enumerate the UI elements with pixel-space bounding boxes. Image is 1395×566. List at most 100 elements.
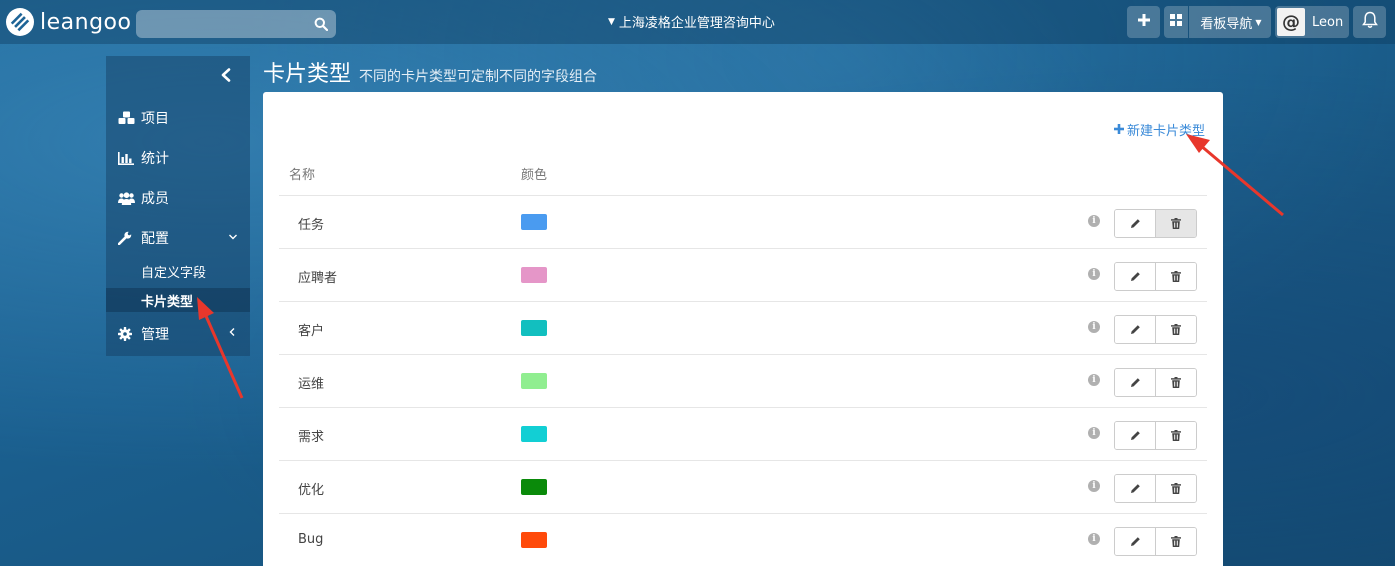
board-navigation-label: 看板导航 [1200,16,1253,32]
trash-icon [1171,536,1181,547]
table-row: 应聘者 i [279,249,1207,302]
sidebar-item-label: 配置 [141,231,169,247]
info-icon[interactable]: i [1088,427,1100,439]
column-header-name: 名称 [289,168,316,183]
sidebar-item-members[interactable]: 成员 [118,188,169,208]
trash-icon [1171,271,1181,282]
top-navigation-bar: leangoo ▼ 上海凌格企业管理咨询中心 看板导航 ▼ @ Leon [0,0,1395,44]
trash-icon [1171,430,1181,441]
table-row: 优化 i [279,461,1207,514]
organization-switcher[interactable]: ▼ 上海凌格企业管理咨询中心 [608,12,775,31]
collapse-sidebar-button[interactable] [220,68,232,86]
pencil-icon [1130,537,1140,546]
info-icon[interactable]: i [1088,374,1100,386]
search-input[interactable] [136,10,336,38]
color-swatch [521,320,547,336]
logo-icon [6,8,34,36]
edit-button[interactable] [1115,263,1155,290]
row-actions [1114,527,1197,556]
card-type-name: 应聘者 [298,271,338,286]
sidebar-item-label: 项目 [141,111,169,127]
trash-icon [1171,483,1181,494]
chevron-left-icon [221,68,231,82]
sidebar-item-config[interactable]: 配置 [118,228,169,248]
sidebar-item-projects[interactable]: 项目 [118,108,169,128]
sidebar-item-statistics[interactable]: 统计 [118,148,169,168]
user-name: Leon [1312,14,1344,30]
row-actions [1114,421,1197,450]
sidebar-item-label: 统计 [141,151,169,167]
page-title: 卡片类型 [263,62,352,87]
table-row: Bug i [279,514,1207,566]
pencil-icon [1130,431,1140,440]
cubes-icon [118,111,136,125]
delete-button[interactable] [1155,475,1196,502]
notifications-button[interactable] [1353,6,1386,38]
plus-icon [1113,122,1124,138]
row-actions [1114,209,1197,238]
bell-icon [1361,11,1378,33]
logo-text: leangoo [40,9,132,35]
sidebar-item-admin[interactable]: 管理 [118,324,169,344]
page-header: 卡片类型 不同的卡片类型可定制不同的字段组合 [263,56,597,88]
gear-icon [118,327,136,341]
new-card-type-button[interactable]: 新建卡片类型 [1113,120,1205,139]
color-swatch [521,479,547,495]
row-actions [1114,368,1197,397]
pencil-icon [1130,272,1140,281]
trash-icon [1171,218,1181,229]
card-type-name: 运维 [298,377,325,392]
row-actions [1114,315,1197,344]
logo[interactable]: leangoo [6,8,131,36]
sidebar-item-label: 管理 [141,327,169,343]
info-icon[interactable]: i [1088,480,1100,492]
pencil-icon [1130,219,1140,228]
trash-icon [1171,377,1181,388]
caret-down-icon: ▼ [608,16,615,27]
table-row: 任务 i [279,196,1207,249]
delete-button[interactable] [1155,369,1196,396]
color-swatch [521,426,547,442]
delete-button[interactable] [1155,422,1196,449]
sidebar-subitem-custom-fields[interactable]: 自定义字段 [141,262,206,281]
row-actions [1114,262,1197,291]
page-subtitle: 不同的卡片类型可定制不同的字段组合 [359,69,598,85]
delete-button[interactable] [1155,263,1196,290]
bar-chart-icon [118,151,136,165]
edit-button[interactable] [1115,316,1155,343]
edit-button[interactable] [1115,210,1155,237]
row-actions [1114,474,1197,503]
grid-icon [1170,14,1182,30]
delete-button[interactable] [1155,210,1196,237]
info-icon[interactable]: i [1088,215,1100,227]
caret-down-icon: ▼ [1255,17,1262,27]
card-types-panel: 新建卡片类型 名称 颜色 任务 i 应聘者 i 客户 i 运维 i 需求 i 优化 i Bug i [263,92,1223,566]
sidebar: 项目 统计 成员 配置 自定义字段 卡片类型 管理 [106,56,250,356]
color-swatch [521,267,547,283]
edit-button[interactable] [1115,369,1155,396]
info-icon[interactable]: i [1088,533,1100,545]
new-card-type-label: 新建卡片类型 [1126,124,1205,139]
card-type-name: 需求 [298,430,325,445]
add-button[interactable] [1127,6,1160,38]
board-grid-button[interactable] [1164,6,1188,38]
delete-button[interactable] [1155,316,1196,343]
table-row: 客户 i [279,302,1207,355]
card-type-name: 客户 [298,324,325,339]
search-icon[interactable] [314,17,329,35]
color-swatch [521,532,547,548]
delete-button[interactable] [1155,528,1196,555]
sidebar-item-label: 成员 [141,191,169,207]
sidebar-subitem-card-types[interactable]: 卡片类型 [141,291,193,310]
avatar: @ [1277,8,1305,36]
edit-button[interactable] [1115,475,1155,502]
edit-button[interactable] [1115,422,1155,449]
card-type-name: 任务 [298,218,325,233]
info-icon[interactable]: i [1088,268,1100,280]
pencil-icon [1130,378,1140,387]
user-menu[interactable]: @ Leon [1275,6,1349,38]
edit-button[interactable] [1115,528,1155,555]
info-icon[interactable]: i [1088,321,1100,333]
board-navigation-dropdown[interactable]: 看板导航 ▼ [1189,6,1271,38]
users-icon [118,191,136,205]
